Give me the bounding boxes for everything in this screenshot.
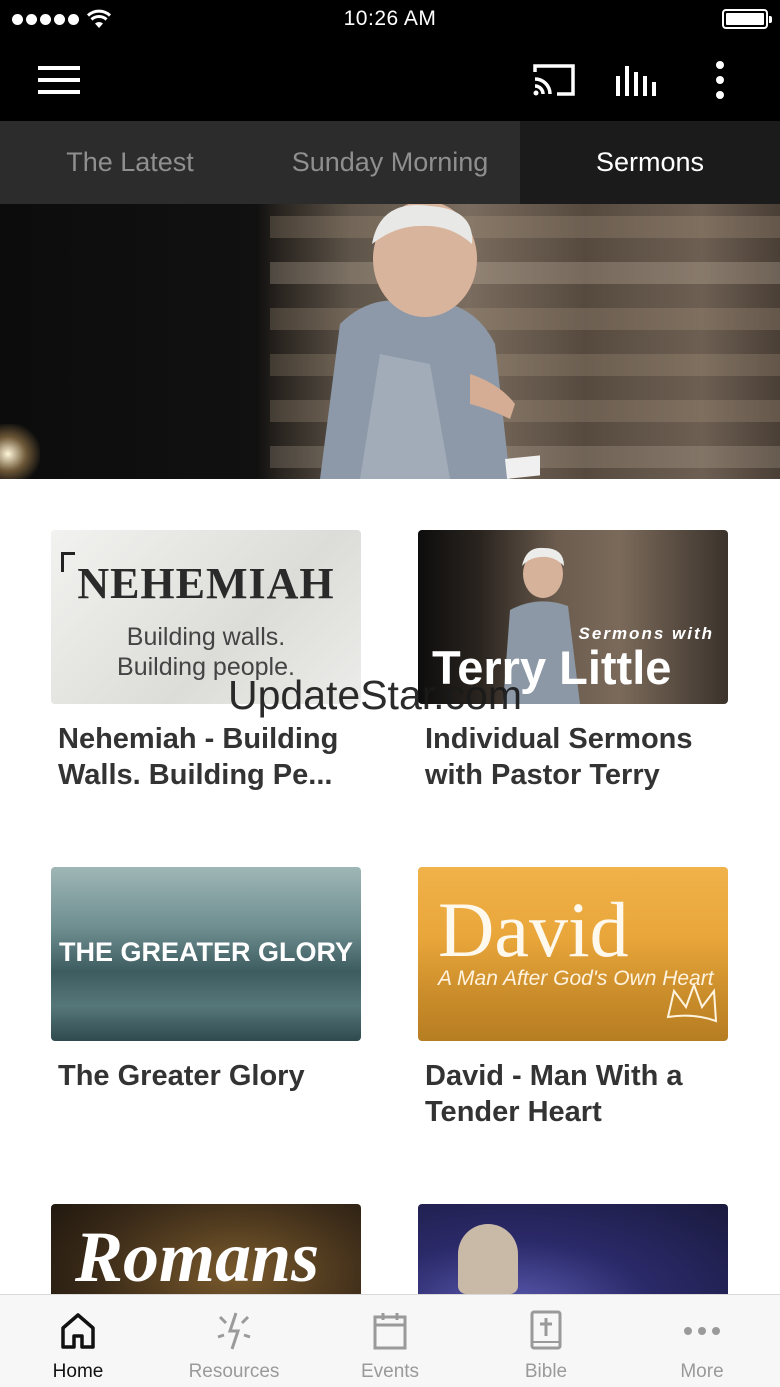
bottom-navigation: Home Resources Events Bible More	[0, 1294, 780, 1387]
more-vertical-icon[interactable]	[696, 58, 744, 102]
series-title: Individual Sermons with Pastor Terry	[425, 723, 693, 791]
tab-sermons[interactable]: Sermons	[520, 121, 780, 204]
thumb-heading: NEHEMIAH	[77, 559, 335, 608]
sermon-series-grid: NEHEMIAH Building walls. Building people…	[0, 479, 780, 1294]
audio-bars-icon[interactable]	[613, 58, 661, 102]
nav-label: More	[680, 1361, 724, 1382]
nav-label: Home	[52, 1361, 104, 1382]
nav-resources[interactable]: Resources	[156, 1295, 312, 1387]
watermark: UpdateStar.com	[228, 672, 522, 718]
hero-banner-image	[0, 204, 780, 479]
sparkle-icon	[156, 1309, 312, 1353]
crown-icon	[666, 982, 718, 1023]
nav-events[interactable]: Events	[312, 1295, 468, 1387]
thumb-line-1: Building walls.	[126, 623, 286, 651]
thumb-heading: David	[438, 886, 629, 973]
status-bar: 10:26 AM	[0, 0, 780, 40]
series-title: The Greater Glory	[58, 1060, 305, 1092]
series-card-stage[interactable]	[418, 1204, 728, 1294]
hamburger-menu-icon[interactable]	[35, 58, 83, 102]
app-bar	[0, 40, 780, 121]
series-thumbnail: THE GREATER GLORY	[51, 867, 361, 1041]
series-thumbnail	[418, 1204, 728, 1294]
cast-icon[interactable]	[530, 58, 578, 102]
series-card-david[interactable]: David A Man After God's Own Heart David …	[418, 867, 728, 1130]
series-thumbnail: David A Man After God's Own Heart	[418, 867, 728, 1041]
calendar-icon	[312, 1309, 468, 1353]
series-card-greater-glory[interactable]: THE GREATER GLORY The Greater Glory	[51, 867, 361, 1094]
series-title: Nehemiah - Building Walls. Building Pe..…	[58, 723, 339, 791]
home-icon	[0, 1309, 156, 1353]
thumb-heading: Romans	[75, 1217, 320, 1294]
nav-home[interactable]: Home	[0, 1295, 156, 1387]
tab-sunday-morning[interactable]: Sunday Morning	[260, 121, 520, 204]
thumb-heading: THE GREATER GLORY	[58, 937, 353, 967]
nav-label: Bible	[524, 1361, 568, 1382]
status-time: 10:26 AM	[343, 7, 437, 30]
series-card-romans[interactable]: Romans	[51, 1204, 361, 1294]
battery-icon	[722, 9, 772, 29]
nav-label: Resources	[188, 1361, 280, 1382]
series-thumbnail: Romans	[51, 1204, 361, 1294]
more-horizontal-icon	[624, 1309, 780, 1353]
series-card-terry-little[interactable]: Sermons with Terry Little Individual Ser…	[418, 530, 728, 793]
tab-bar: The Latest Sunday Morning Sermons	[0, 121, 780, 204]
nav-bible[interactable]: Bible	[468, 1295, 624, 1387]
bible-icon	[468, 1309, 624, 1353]
nav-more[interactable]: More	[624, 1295, 780, 1387]
tab-the-latest[interactable]: The Latest	[0, 121, 260, 204]
nav-label: Events	[360, 1361, 420, 1382]
series-card-nehemiah[interactable]: NEHEMIAH Building walls. Building people…	[51, 530, 361, 793]
series-title: David - Man With a Tender Heart	[425, 1060, 683, 1128]
